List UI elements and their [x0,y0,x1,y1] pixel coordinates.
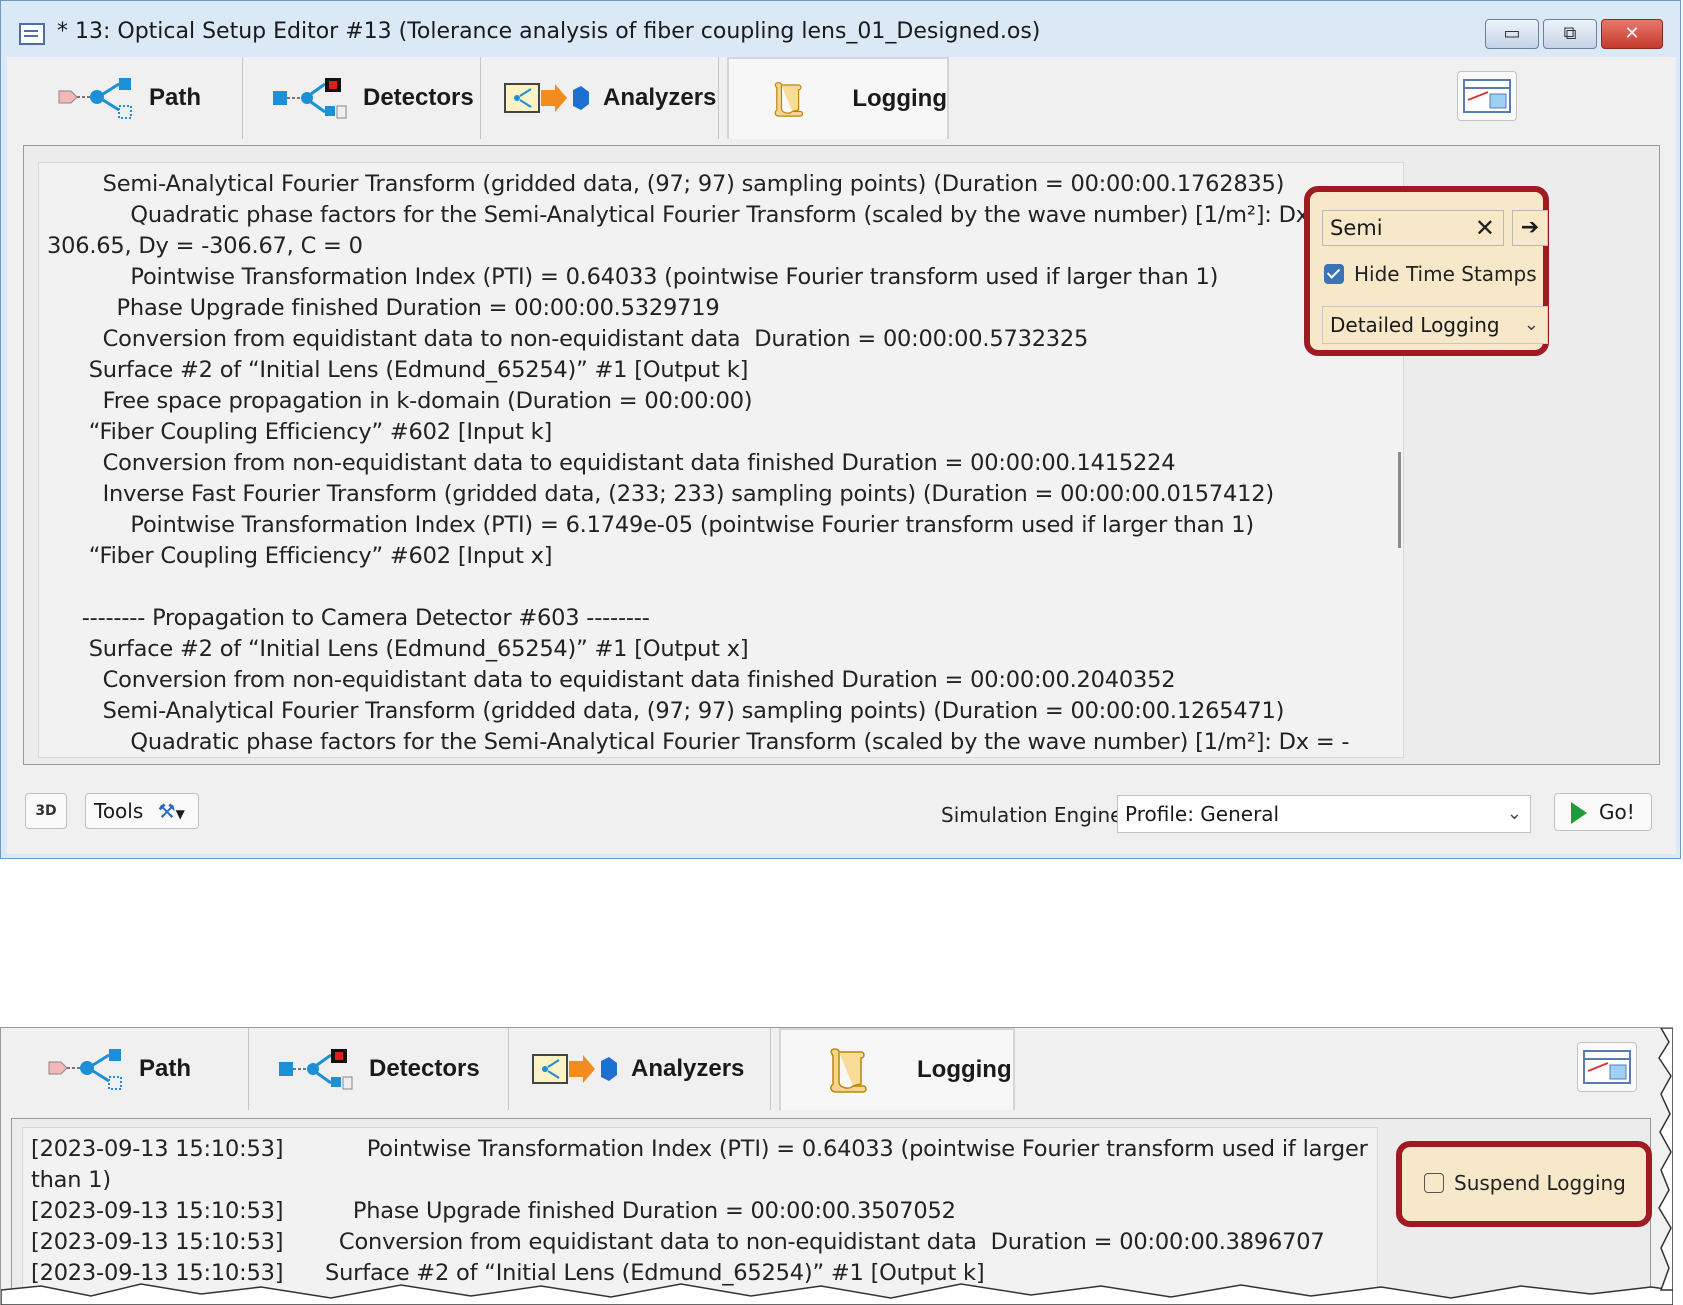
simulation-engine-select[interactable]: Profile: General ⌄ [1117,795,1531,833]
title-bar[interactable]: * 13: Optical Setup Editor #13 (Toleranc… [1,1,1680,57]
app-icon [19,23,45,45]
setup-overview-icon [1463,79,1511,113]
log-line: Pointwise Transformation Index (PTI) = 6… [47,512,1254,538]
minimize-icon: ▭ [1503,23,1521,44]
bottom-toolbar: 3D Tools ⚒▼ Simulation Engine Profile: G… [7,783,1676,843]
optical-setup-editor-window: * 13: Optical Setup Editor #13 (Toleranc… [0,0,1681,859]
tab-path[interactable]: Path [7,57,243,139]
tab-detectors[interactable]: Detectors [243,57,481,139]
tools-menu-button[interactable]: Tools ⚒▼ [85,793,199,829]
log-line: Conversion from non-equidistant data to … [47,450,1176,476]
setup-overview-button[interactable] [1457,71,1517,121]
arrow-right-icon: ➔ [1520,215,1540,240]
log-line: Semi-Analytical Fourier Transform (gridd… [47,698,1285,724]
log-line: Pointwise Transformation Index (PTI) = 0… [47,264,1219,290]
log-line: 306.65, Dy = -306.67, C = 0 [47,233,363,259]
logging-level-select[interactable]: Detailed Logging ⌄ [1322,306,1548,344]
go-button[interactable]: Go! [1554,793,1652,831]
simulation-engine-label: Simulation Engine [941,803,1123,827]
log-line: Conversion from equidistant data to non-… [47,326,1089,352]
log-line: Quadratic phase factors for the Semi-Ana… [47,729,1350,755]
log-line: Quadratic phase factors for the Semi-Ana… [47,202,1350,228]
analyzers-icon [504,83,589,113]
tab-logging-label: Logging [852,85,947,112]
log-line: Free space propagation in k-domain (Dura… [47,388,753,414]
log-line: Surface #2 of “Initial Lens (Edmund_6525… [47,357,749,383]
logging-scroll-icon [774,82,804,117]
chevron-down-icon: ⌄ [1506,803,1522,824]
restore-icon: ⧉ [1563,23,1577,44]
log-scrollbar-thumb[interactable] [1398,452,1401,548]
log-line: Inverse Fast Fourier Transform (gridded … [47,481,1274,507]
filter-options-highlight: Semi ✕ ➔ Hide Time Stamps Detailed Loggi… [1304,186,1549,356]
dropdown-arrow-icon: ▼ [175,807,185,821]
play-icon [1571,802,1587,824]
log-search-input[interactable]: Semi ✕ [1322,210,1504,246]
torn-edge-decoration [1,1028,1673,1305]
tools-label: Tools [94,799,144,823]
tab-analyzers[interactable]: Analyzers [481,57,719,139]
clear-search-icon[interactable]: ✕ [1475,211,1495,245]
log-line: Conversion from non-equidistant data to … [47,667,1176,693]
tab-path-label: Path [149,84,202,111]
logging-panel: Semi-Analytical Fourier Transform (gridd… [23,145,1660,765]
view-3d-icon: 3D [35,803,57,819]
log-output[interactable]: Semi-Analytical Fourier Transform (gridd… [38,162,1404,758]
tools-icon: ⚒ [157,799,176,823]
logging-level-value: Detailed Logging [1330,313,1500,337]
search-value: Semi [1330,216,1383,240]
detectors-icon [273,78,347,119]
restore-button[interactable]: ⧉ [1543,19,1597,49]
close-button[interactable]: ✕ [1601,19,1663,49]
log-text: Semi-Analytical Fourier Transform (gridd… [47,169,1387,757]
log-line: “Fiber Coupling Efficiency” #602 [Input … [47,543,553,569]
simulation-engine-value: Profile: General [1125,802,1280,826]
cropped-editor-window: Path Detectors Analyzers Logging [2023-0… [0,1027,1673,1305]
go-label: Go! [1599,800,1635,824]
log-line: Phase Upgrade finished Duration = 00:00:… [47,295,720,321]
hide-timestamps-label: Hide Time Stamps [1354,262,1537,286]
log-line: -------- Propagation to Camera Detector … [47,605,650,631]
tab-analyzers-label: Analyzers [603,84,717,111]
view-3d-button[interactable]: 3D [25,793,67,829]
log-line: “Fiber Coupling Efficiency” #602 [Input … [47,419,553,445]
path-icon [58,78,132,119]
close-icon: ✕ [1624,23,1640,44]
minimize-button[interactable]: ▭ [1485,19,1539,49]
tab-detectors-label: Detectors [363,84,474,111]
log-line: Semi-Analytical Fourier Transform (gridd… [47,171,1285,197]
window-title: * 13: Optical Setup Editor #13 (Toleranc… [57,19,1041,44]
hide-timestamps-checkbox[interactable]: Hide Time Stamps [1324,262,1537,286]
search-next-button[interactable]: ➔ [1512,210,1548,246]
editor-client-area: Path Detectors Analyzers Logging Semi-An… [7,57,1676,854]
chevron-down-icon: ⌄ [1523,314,1539,335]
tab-logging[interactable]: Logging [727,57,949,139]
checkbox-checked-icon [1324,264,1344,284]
tab-strip: Path Detectors Analyzers Logging [7,57,1676,139]
log-line: Surface #2 of “Initial Lens (Edmund_6525… [47,636,749,662]
